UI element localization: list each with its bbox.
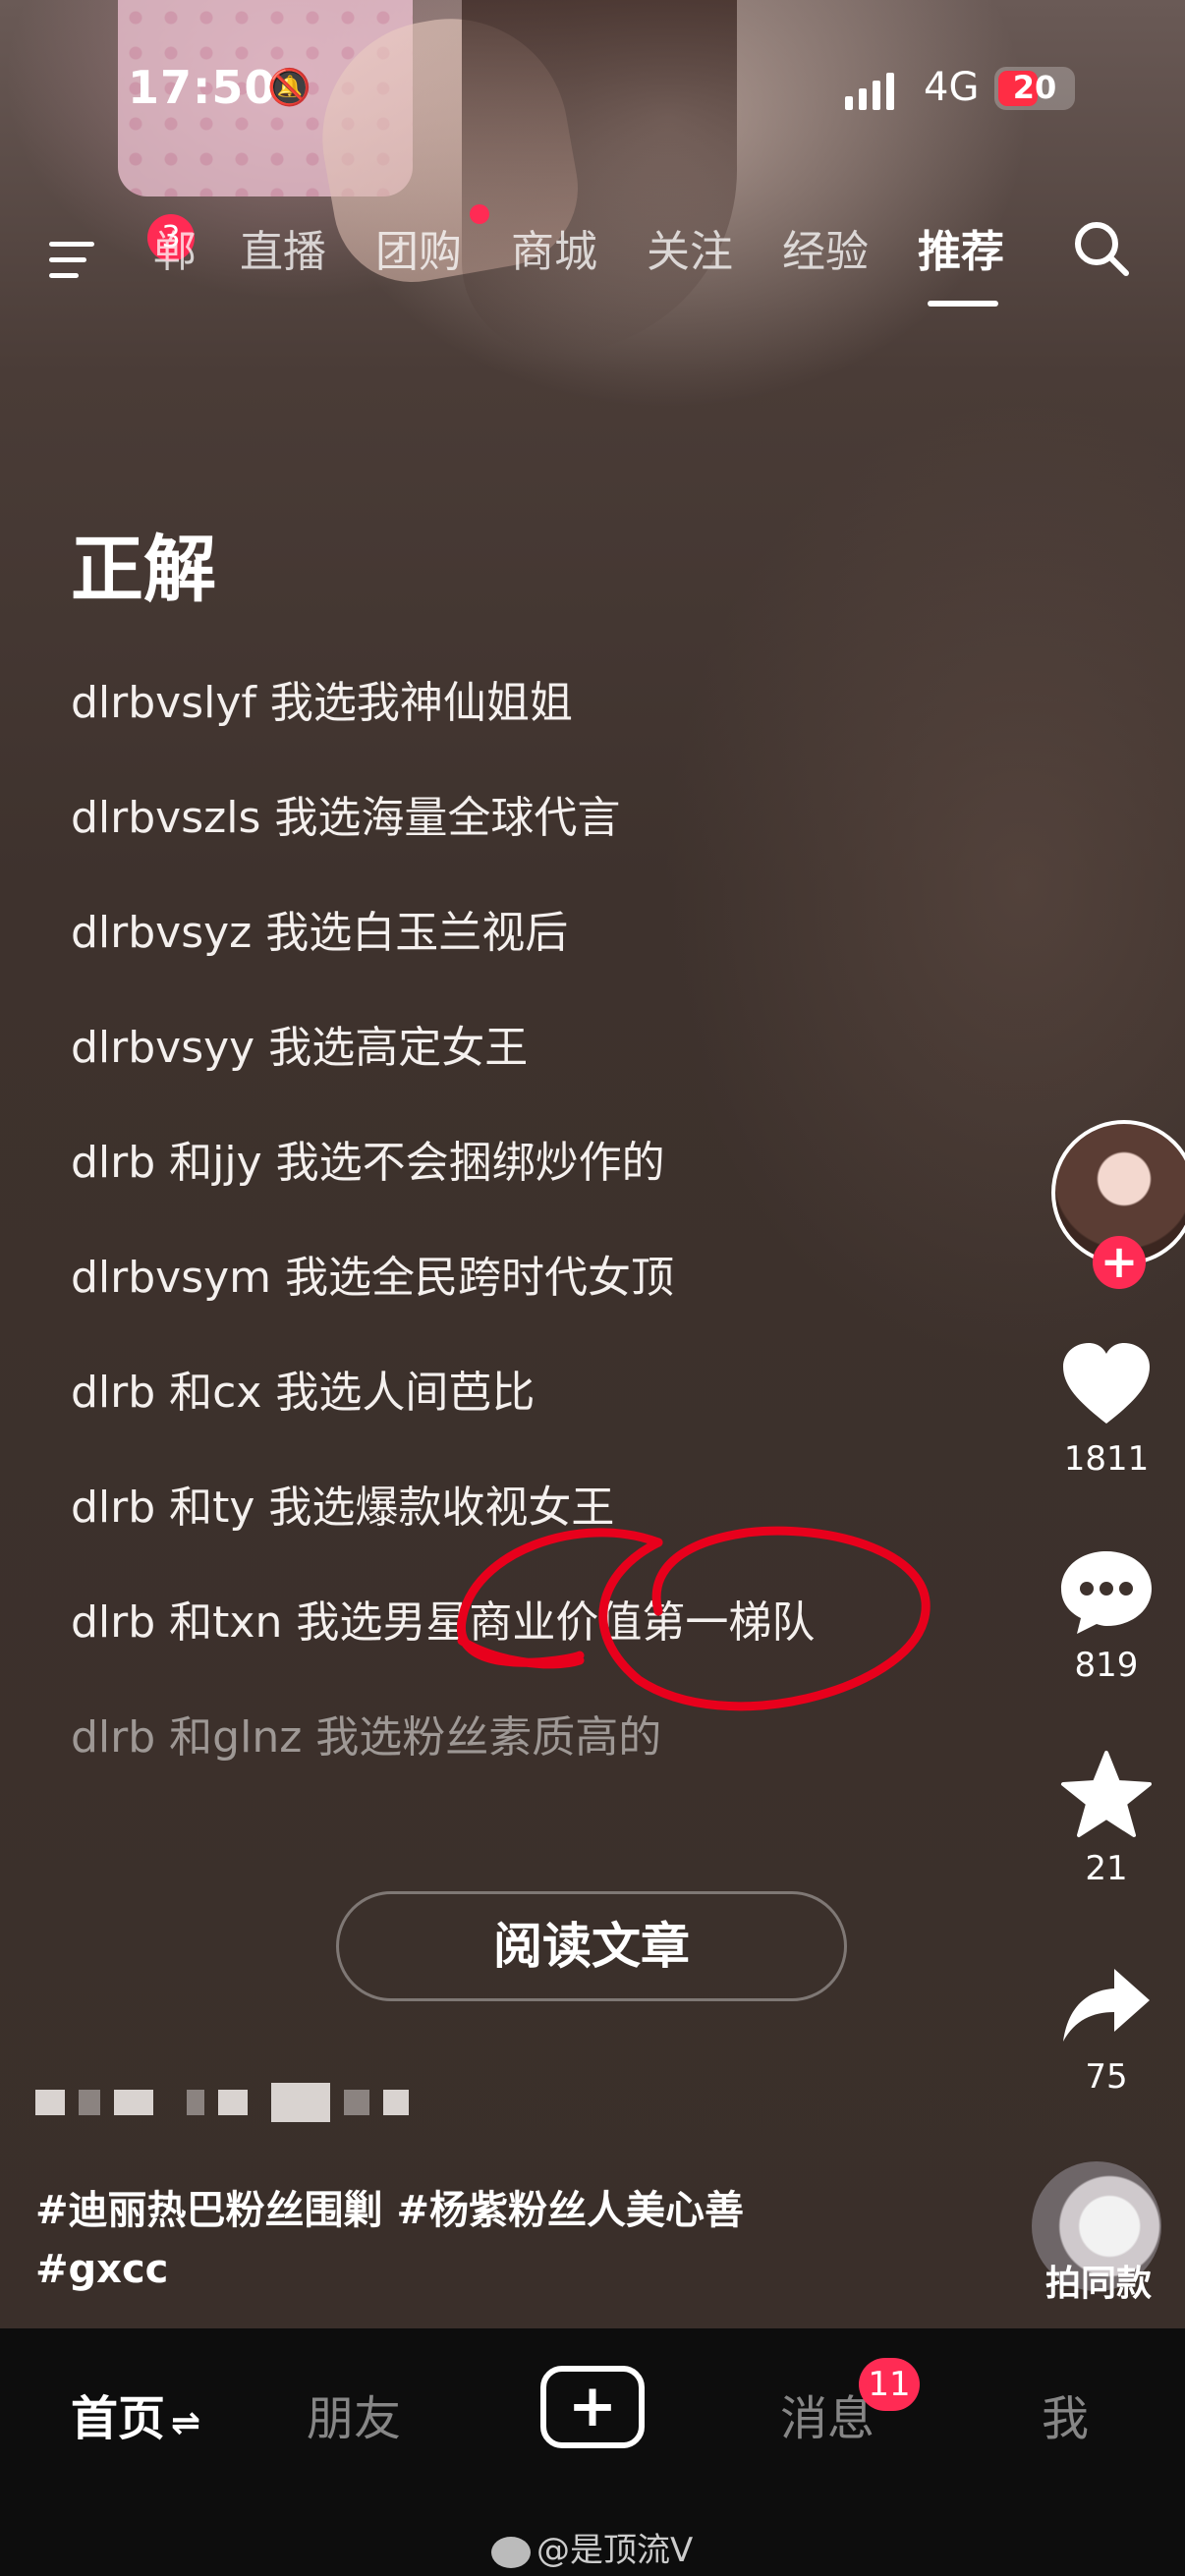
- tab-experience[interactable]: 经验: [782, 216, 869, 279]
- favorite-count: 21: [1085, 1849, 1128, 1888]
- tab-mall[interactable]: 商城: [511, 216, 597, 279]
- article-line: dlrbvsyy 我选高定女王: [71, 1023, 529, 1073]
- bottom-tab-home-label: 首页: [71, 2391, 166, 2446]
- article-line: dlrb 和cx 我选人间芭比: [71, 1368, 536, 1418]
- screen: 17:50 🔕 4G 20 3 郸 直播 团购 商城 关注 经验 推荐 正解 d…: [0, 0, 1185, 2576]
- red-scribble-annotation: [457, 1526, 931, 1711]
- article-line: dlrbvsyz 我选白玉兰视后: [71, 908, 569, 958]
- network-type: 4G: [924, 65, 980, 110]
- article-line: dlrbvszls 我选海量全球代言: [71, 793, 621, 843]
- menu-icon-line: [49, 273, 79, 278]
- tab-live[interactable]: 直播: [240, 216, 326, 279]
- swap-icon: ⇌: [171, 2403, 201, 2443]
- signal-icon: [845, 73, 894, 110]
- heart-icon: [1063, 1343, 1150, 1424]
- comment-icon: [1061, 1551, 1152, 1634]
- search-icon[interactable]: [1071, 218, 1130, 277]
- top-nav: 3 郸 直播 团购 商城 关注 经验 推荐: [0, 204, 1185, 314]
- bottom-tab-home[interactable]: 首页 ⇌: [71, 2380, 200, 2448]
- caption-hashtags-line-2: #gxcc: [35, 2247, 169, 2292]
- follow-plus-icon[interactable]: +: [1093, 1236, 1146, 1289]
- bottom-tab-me[interactable]: 我: [1042, 2380, 1089, 2448]
- messages-badge: 11: [859, 2358, 920, 2411]
- share-arrow-icon: [1063, 1969, 1150, 2042]
- share-count: 75: [1085, 2057, 1128, 2097]
- active-tab-indicator: [928, 301, 998, 307]
- plus-icon: +: [567, 2372, 618, 2440]
- tab-recommend[interactable]: 推荐: [918, 216, 1004, 279]
- weibo-icon: [491, 2536, 531, 2568]
- author-name-redacted[interactable]: [35, 2083, 409, 2122]
- menu-icon-line: [49, 257, 86, 262]
- tab-local[interactable]: 郸: [153, 216, 197, 279]
- like-count: 1811: [1063, 1439, 1150, 1479]
- watermark-text: @是顶流V: [536, 2531, 694, 2570]
- article-line: dlrbvslyf 我选我神仙姐姐: [71, 678, 573, 728]
- battery-level: 20: [1012, 69, 1057, 106]
- status-time: 17:50: [128, 61, 277, 114]
- share-action[interactable]: 75: [1028, 1965, 1185, 2097]
- post-caption[interactable]: #迪丽热巴粉丝围剿 #杨紫粉丝人美心善 #gxcc: [35, 2181, 821, 2299]
- menu-button[interactable]: 3: [49, 214, 195, 285]
- battery-icon: 20: [994, 67, 1075, 110]
- mute-bell-icon: 🔕: [267, 68, 311, 108]
- tab-group-buy[interactable]: 团购: [375, 216, 462, 279]
- comment-count: 819: [1074, 1646, 1139, 1685]
- like-action[interactable]: 1811: [1028, 1341, 1185, 1479]
- status-bar: 17:50 🔕 4G 20: [0, 61, 1185, 130]
- tab-group-buy-dot: [470, 204, 489, 224]
- article-line: dlrb 和jjy 我选不会捆绑炒作的: [71, 1138, 665, 1188]
- article-line: dlrbvsym 我选全民跨时代女顶: [71, 1253, 675, 1303]
- tab-following[interactable]: 关注: [647, 216, 733, 279]
- article-headline: 正解: [71, 528, 216, 612]
- menu-icon: [49, 242, 94, 247]
- watermark: @是顶流V: [491, 2523, 693, 2571]
- favorite-action[interactable]: 21: [1028, 1749, 1185, 1888]
- create-plus-button[interactable]: +: [540, 2366, 645, 2448]
- bottom-tab-friends[interactable]: 朋友: [307, 2380, 401, 2448]
- star-icon: [1061, 1751, 1152, 1837]
- caption-hashtags-line-1: #迪丽热巴粉丝围剿 #杨紫粉丝人美心善: [35, 2188, 744, 2233]
- read-article-button[interactable]: 阅读文章: [336, 1891, 847, 2001]
- music-label[interactable]: 拍同款: [1045, 2255, 1152, 2306]
- comment-action[interactable]: 819: [1028, 1547, 1185, 1685]
